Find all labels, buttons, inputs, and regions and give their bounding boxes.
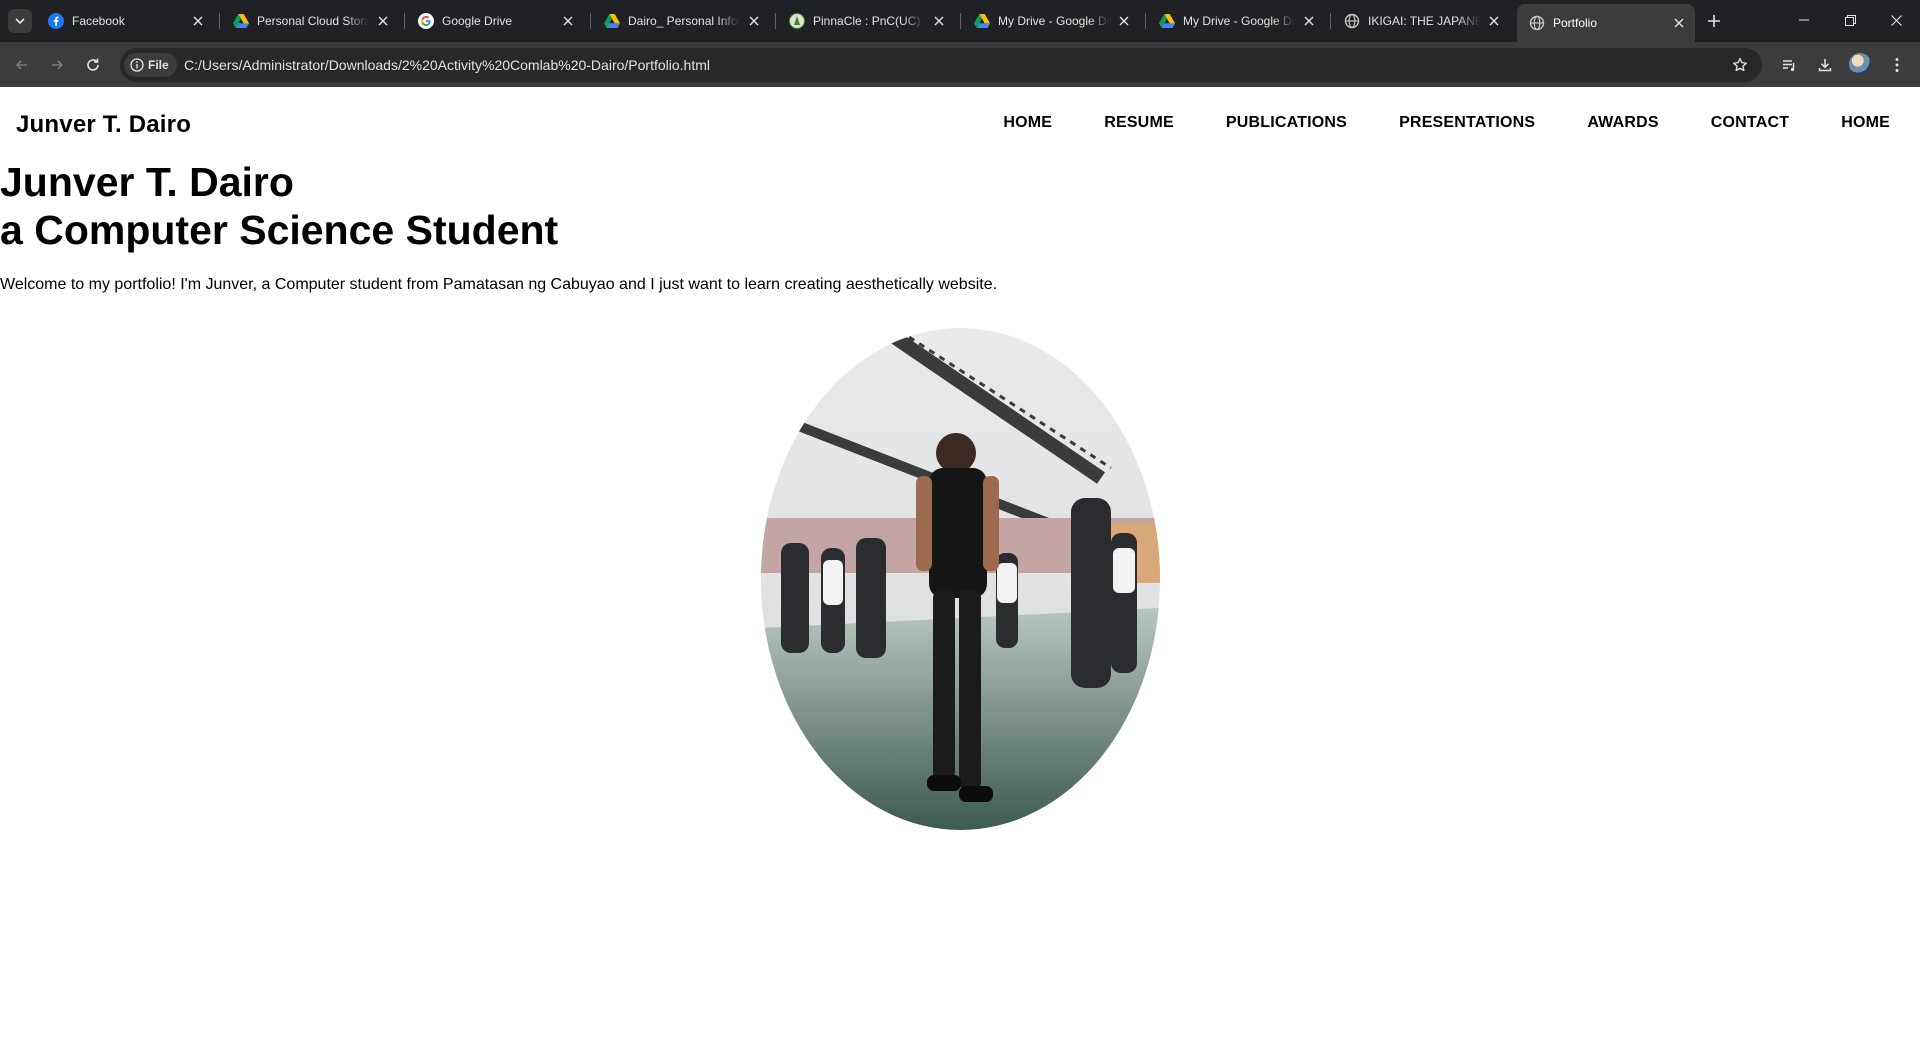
tab-title: My Drive - Google Drive [1183, 14, 1295, 28]
globe-icon [1344, 13, 1360, 29]
close-icon[interactable] [931, 13, 947, 29]
arrow-right-icon [52, 60, 64, 70]
nav-link-resume[interactable]: RESUME [1052, 114, 1174, 132]
bookmark-star-icon[interactable] [1730, 55, 1750, 75]
nav-link-publications[interactable]: PUBLICATIONS [1174, 114, 1347, 132]
tab-title: PinnaCle : PnC(UC) Learning [813, 14, 925, 28]
google-drive-icon [1159, 13, 1175, 29]
close-icon[interactable] [1116, 13, 1132, 29]
tab-personal-cloud-storage[interactable]: Personal Cloud Storage [221, 5, 399, 37]
nav-link-presentations[interactable]: PRESENTATIONS [1347, 114, 1535, 132]
arrow-left-icon [15, 60, 27, 70]
tab-title: IKIGAI: THE JAPANESE [1368, 14, 1480, 28]
download-icon [1818, 59, 1832, 72]
tab-my-drive-1[interactable]: My Drive - Google Drive [962, 5, 1140, 37]
info-icon [130, 58, 144, 72]
tab-portfolio[interactable]: Portfolio [1517, 4, 1695, 42]
tab-title: My Drive - Google Drive [998, 14, 1110, 28]
tab-separator [960, 13, 961, 29]
playlist-icon [1783, 60, 1795, 72]
google-icon [418, 13, 434, 29]
tab-strip: Facebook Personal Cloud Storage Google D… [0, 0, 1920, 42]
more-vertical-icon [1895, 58, 1899, 72]
google-drive-icon [974, 13, 990, 29]
close-icon [1890, 14, 1902, 26]
site-brand[interactable]: Junver T. Dairo [16, 111, 191, 139]
close-icon[interactable] [190, 13, 206, 29]
close-icon[interactable] [560, 13, 576, 29]
downloads-button[interactable] [1811, 51, 1839, 79]
tab-my-drive-2[interactable]: My Drive - Google Drive [1147, 5, 1325, 37]
hero-name: Junver T. Dairo [0, 159, 294, 205]
tab-search-button[interactable] [8, 9, 32, 33]
close-icon[interactable] [1486, 13, 1502, 29]
tab-dairo-personal-information[interactable]: Dairo_ Personal Information [592, 5, 770, 37]
chevron-down-icon [15, 18, 25, 25]
page-viewport: Junver T. Dairo HOME RESUME PUBLICATIONS… [0, 87, 1920, 1047]
restore-icon [1844, 14, 1856, 26]
reload-button[interactable] [79, 51, 107, 79]
site-chip-label: File [148, 58, 169, 72]
tab-title: Dairo_ Personal Information [628, 14, 740, 28]
minimize-icon [1799, 19, 1809, 21]
plus-icon [1708, 15, 1720, 27]
reload-icon [87, 58, 99, 71]
tab-separator [1330, 13, 1331, 29]
tab-ikigai[interactable]: IKIGAI: THE JAPANESE [1332, 5, 1510, 37]
google-drive-icon [604, 13, 620, 29]
close-icon[interactable] [1301, 13, 1317, 29]
close-window-button[interactable] [1873, 0, 1919, 40]
tab-facebook[interactable]: Facebook [36, 5, 214, 37]
hero-subtitle-prefix: a [0, 207, 23, 253]
forward-button[interactable] [43, 51, 71, 79]
tab-separator [404, 13, 405, 29]
nav-link-contact[interactable]: CONTACT [1659, 114, 1789, 132]
close-icon[interactable] [375, 13, 391, 29]
hero-subtitle: a Computer Science Student [0, 207, 559, 253]
globe-icon [1529, 15, 1545, 31]
close-icon[interactable] [1671, 15, 1687, 31]
profile-avatar[interactable] [1849, 53, 1871, 75]
pinnacle-icon [789, 13, 805, 29]
tab-title: Facebook [72, 14, 125, 28]
new-tab-button[interactable] [1702, 9, 1726, 33]
nav-link-home-2[interactable]: HOME [1789, 114, 1890, 132]
tab-separator [590, 13, 591, 29]
close-icon[interactable] [746, 13, 762, 29]
tab-title: Portfolio [1553, 16, 1598, 30]
restore-button[interactable] [1827, 0, 1873, 40]
tab-title: Personal Cloud Storage [257, 14, 369, 28]
browser-toolbar: File C:/Users/Administrator/Downloads/2%… [0, 42, 1920, 87]
tab-title: Google Drive [442, 14, 513, 28]
welcome-text: Welcome to my portfolio! I'm Junver, a C… [0, 276, 998, 293]
back-button[interactable] [8, 51, 36, 79]
menu-button[interactable] [1883, 51, 1911, 79]
site-nav: HOME RESUME PUBLICATIONS PRESENTATIONS A… [1003, 114, 1890, 132]
tab-separator [219, 13, 220, 29]
nav-link-home[interactable]: HOME [1003, 114, 1052, 132]
browser-chrome: Facebook Personal Cloud Storage Google D… [0, 0, 1920, 87]
media-controls-button[interactable] [1775, 51, 1803, 79]
tab-separator [1145, 13, 1146, 29]
hero-subtitle-text: Computer Science Student [34, 207, 559, 253]
url-text[interactable]: C:/Users/Administrator/Downloads/2%20Act… [184, 57, 710, 73]
google-drive-icon [233, 13, 249, 29]
site-info-chip[interactable]: File [124, 53, 177, 77]
tab-pinnacle[interactable]: PinnaCle : PnC(UC) Learning [777, 5, 955, 37]
nav-link-awards[interactable]: AWARDS [1535, 114, 1658, 132]
tab-google-drive[interactable]: Google Drive [406, 5, 584, 37]
site-header: Junver T. Dairo HOME RESUME PUBLICATIONS… [0, 87, 1920, 161]
facebook-icon [48, 13, 64, 29]
profile-photo [761, 328, 1160, 830]
minimize-button[interactable] [1781, 0, 1827, 40]
address-bar[interactable]: File C:/Users/Administrator/Downloads/2%… [120, 48, 1762, 82]
tab-separator [775, 13, 776, 29]
